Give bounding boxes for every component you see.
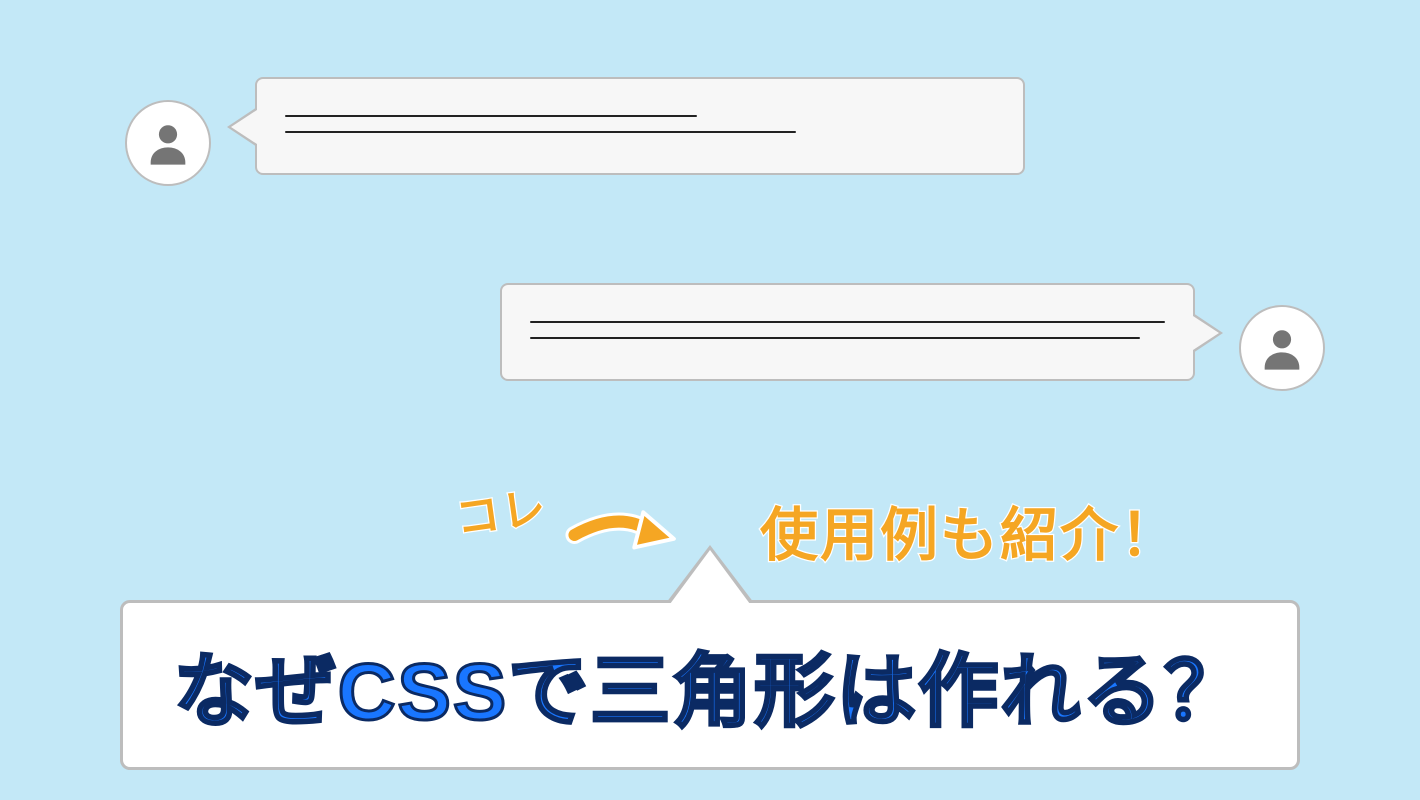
hero-speech-bubble: なぜCSSで三角形は作れる？ — [120, 600, 1300, 770]
placeholder-line — [285, 131, 796, 133]
person-icon — [1256, 322, 1308, 374]
annotation-pointer-label: コレ — [451, 471, 551, 547]
speech-bubble-left — [255, 77, 1025, 175]
avatar-left — [125, 100, 211, 186]
placeholder-line — [530, 321, 1165, 323]
speech-bubble-right — [500, 283, 1195, 381]
avatar-right — [1239, 305, 1325, 391]
hero-title: なぜCSSで三角形は作れる？ — [174, 627, 1247, 743]
placeholder-line — [285, 115, 697, 117]
annotation-subtitle: 使用例も紹介！ — [760, 488, 1180, 572]
placeholder-line — [530, 337, 1140, 339]
person-icon — [142, 117, 194, 169]
